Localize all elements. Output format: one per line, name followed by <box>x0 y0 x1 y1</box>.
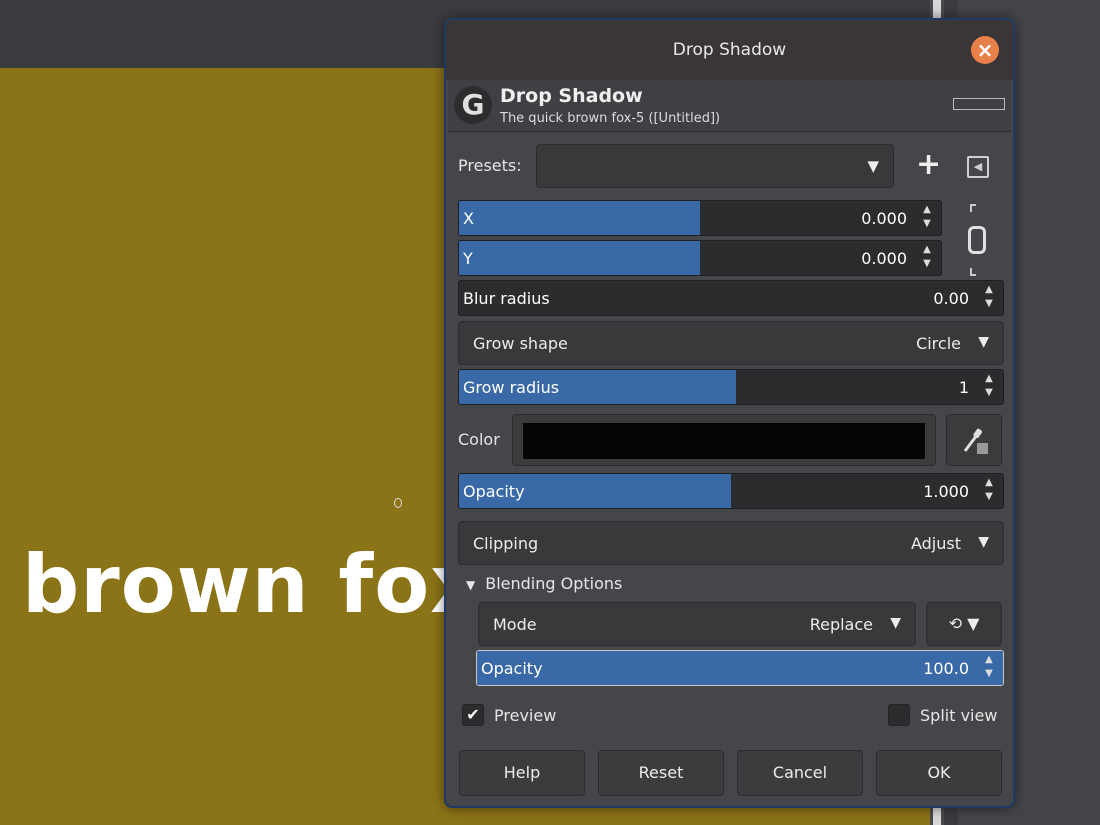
color-picker-button[interactable] <box>946 414 1002 466</box>
color-label: Color <box>458 430 500 449</box>
header-title: Drop Shadow <box>500 85 643 107</box>
blur-radius-stepper-icon[interactable]: ▲ ▼ <box>979 283 999 313</box>
dialog-titlebar[interactable]: Drop Shadow <box>446 20 1013 80</box>
y-label: Y <box>463 249 473 268</box>
clipping-label: Clipping <box>473 534 539 553</box>
chevron-down-icon: ▼ <box>978 334 989 350</box>
blend-opacity-spinscale[interactable]: Opacity 100.0 ▲ ▼ <box>476 650 1004 686</box>
grow-radius-label: Grow radius <box>463 378 560 397</box>
grow-radius-spinscale[interactable]: Grow radius 1 ▲ ▼ <box>458 369 1004 405</box>
preview-label: Preview <box>494 705 557 725</box>
blend-opacity-value[interactable]: 100.0 <box>923 659 969 678</box>
help-button[interactable]: Help <box>459 750 585 796</box>
presets-combo[interactable]: ▼ <box>536 144 894 188</box>
opacity-stepper-icon[interactable]: ▲ ▼ <box>979 476 999 506</box>
blending-options-label: Blending Options <box>485 574 623 593</box>
window-title: Drop Shadow <box>672 40 787 60</box>
preview-checkbox[interactable]: ✔ Preview <box>462 704 556 726</box>
color-swatch <box>523 423 925 459</box>
checkmark-icon[interactable]: ✔ <box>462 704 484 726</box>
presets-label: Presets: <box>458 156 522 175</box>
blend-opacity-stepper-icon[interactable]: ▲ ▼ <box>979 653 999 683</box>
x-fill <box>459 201 700 235</box>
close-icon[interactable]: × <box>971 36 999 64</box>
reset-button[interactable]: Reset <box>598 750 724 796</box>
x-label: X <box>463 209 474 228</box>
reset-icon: ⟲ ▼ <box>948 614 980 633</box>
split-view-box[interactable] <box>888 704 910 726</box>
mode-combo[interactable]: Mode Replace ▼ <box>478 602 916 646</box>
grow-shape-value: Circle <box>916 334 961 353</box>
grow-radius-value[interactable]: 1 <box>959 378 969 397</box>
mode-value: Replace <box>809 615 873 634</box>
split-view-checkbox[interactable]: Split view <box>888 704 997 726</box>
x-value[interactable]: 0.000 <box>861 209 907 228</box>
y-stepper-icon[interactable]: ▲ ▼ <box>917 243 937 273</box>
mode-reset-button[interactable]: ⟲ ▼ <box>926 602 1002 646</box>
drop-shadow-dialog: Drop Shadow × G Drop Shadow The quick br… <box>444 18 1015 808</box>
expander-triangle-icon: ▼ <box>466 578 476 592</box>
canvas-text: brown fox <box>22 538 483 631</box>
mode-label: Mode <box>493 615 537 634</box>
grow-shape-label: Grow shape <box>473 334 568 353</box>
header-toggle-button[interactable] <box>953 98 1005 110</box>
chevron-down-icon: ▼ <box>867 157 879 175</box>
plus-icon: + <box>916 147 942 182</box>
opacity-label: Opacity <box>463 482 525 501</box>
clipping-combo[interactable]: Clipping Adjust ▼ <box>458 521 1004 565</box>
chevron-down-icon: ▼ <box>890 615 901 631</box>
y-value[interactable]: 0.000 <box>861 249 907 268</box>
blending-options-expander[interactable]: ▼ Blending Options <box>466 574 622 593</box>
y-spinscale[interactable]: Y 0.000 ▲ ▼ <box>458 240 942 276</box>
x-spinscale[interactable]: X 0.000 ▲ ▼ <box>458 200 942 236</box>
opacity-value[interactable]: 1.000 <box>923 482 969 501</box>
blur-radius-value[interactable]: 0.00 <box>933 289 969 308</box>
color-button[interactable] <box>512 414 936 466</box>
blend-opacity-label: Opacity <box>481 659 543 678</box>
cancel-button[interactable]: Cancel <box>737 750 863 796</box>
clipping-value: Adjust <box>910 534 961 553</box>
header-subtitle: The quick brown fox-5 ([Untitled]) <box>500 111 721 126</box>
gimp-logo-icon: G <box>454 86 492 124</box>
ok-button[interactable]: OK <box>876 750 1002 796</box>
add-preset-button[interactable]: + <box>916 148 941 182</box>
x-stepper-icon[interactable]: ▲ ▼ <box>917 203 937 233</box>
grow-radius-stepper-icon[interactable]: ▲ ▼ <box>979 372 999 402</box>
presets-menu-icon[interactable]: ◀ <box>967 156 989 178</box>
split-view-label: Split view <box>920 705 998 725</box>
blur-radius-label: Blur radius <box>463 289 550 308</box>
chain-link-icon[interactable] <box>966 204 990 276</box>
blur-radius-spinscale[interactable]: Blur radius 0.00 ▲ ▼ <box>458 280 1004 316</box>
chevron-down-icon: ▼ <box>978 534 989 550</box>
dialog-header: G Drop Shadow The quick brown fox-5 ([Un… <box>448 80 1011 132</box>
y-fill <box>459 241 700 275</box>
color-picker-icon <box>963 428 988 454</box>
opacity-spinscale[interactable]: Opacity 1.000 ▲ ▼ <box>458 473 1004 509</box>
grow-shape-combo[interactable]: Grow shape Circle ▼ <box>458 321 1004 365</box>
cursor-icon <box>394 498 402 508</box>
